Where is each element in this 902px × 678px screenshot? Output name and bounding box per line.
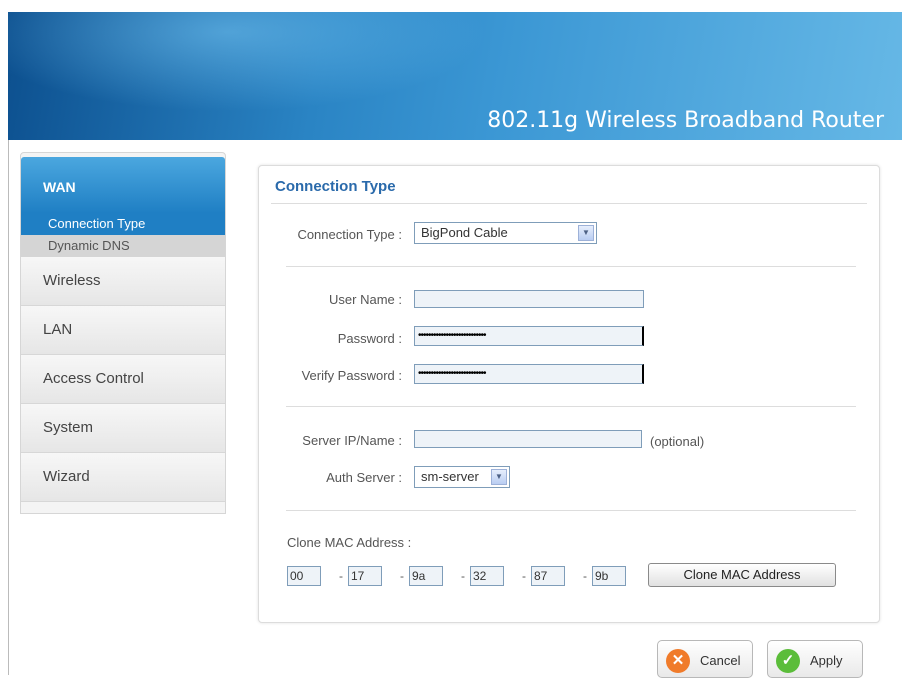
user-name-label: User Name : — [329, 292, 402, 307]
divider — [286, 406, 856, 407]
connection-type-label: Connection Type : — [297, 227, 402, 242]
mac-octet-input[interactable]: 32 — [470, 566, 504, 586]
clone-mac-label: Clone MAC Address : — [287, 535, 412, 550]
server-optional-note: (optional) — [650, 434, 705, 449]
mac-octet-input[interactable]: 9b — [592, 566, 626, 586]
verify-password-label: Verify Password : — [301, 368, 402, 383]
x-circle-icon: ✕ — [666, 649, 690, 673]
sidebar-item-label: WAN — [43, 179, 76, 195]
header-glow — [8, 12, 488, 112]
apply-label: Apply — [810, 653, 843, 668]
password-label: Password : — [337, 331, 402, 346]
sidebar-item-lan[interactable]: LAN — [21, 306, 225, 355]
sidebar-item-wireless[interactable]: Wireless — [21, 257, 225, 306]
connection-type-select[interactable]: BigPond Cable ▼ — [414, 222, 597, 244]
mac-separator: - — [583, 569, 587, 583]
mac-octet-input[interactable]: 87 — [531, 566, 565, 586]
sidebar-nav: WAN Connection Type Dynamic DNS Wireless… — [20, 152, 226, 514]
mac-separator: - — [461, 569, 465, 583]
user-name-input[interactable] — [414, 290, 644, 308]
password-input[interactable]: ••••••••••••••••••••••••••• — [414, 326, 644, 346]
mac-separator: - — [400, 569, 404, 583]
header-banner: 802.11g Wireless Broadband Router — [8, 12, 902, 140]
auth-server-label: Auth Server : — [326, 470, 402, 485]
server-ip-label: Server IP/Name : — [302, 433, 402, 448]
clone-mac-button[interactable]: Clone MAC Address — [648, 563, 836, 587]
mac-octet-input[interactable]: 17 — [348, 566, 382, 586]
mac-octet-input[interactable]: 9a — [409, 566, 443, 586]
chevron-down-icon[interactable]: ▼ — [578, 225, 594, 241]
verify-password-input[interactable]: ••••••••••••••••••••••••••• — [414, 364, 644, 384]
check-circle-icon: ✓ — [776, 649, 800, 673]
divider — [271, 203, 867, 204]
page-left-border — [8, 140, 9, 675]
product-title: 802.11g Wireless Broadband Router — [487, 108, 884, 133]
apply-button[interactable]: ✓ Apply — [767, 640, 863, 678]
sidebar-item-wan[interactable]: WAN — [21, 157, 225, 213]
mac-separator: - — [339, 569, 343, 583]
auth-server-value: sm-server — [421, 469, 479, 484]
sidebar-item-system[interactable]: System — [21, 404, 225, 453]
chevron-down-icon[interactable]: ▼ — [491, 469, 507, 485]
sidebar-item-wizard[interactable]: Wizard — [21, 453, 225, 502]
divider — [286, 510, 856, 511]
divider — [286, 266, 856, 267]
cancel-label: Cancel — [700, 653, 741, 668]
panel-title: Connection Type — [275, 178, 396, 195]
mac-octet-input[interactable]: 00 — [287, 566, 321, 586]
sidebar-item-access-control[interactable]: Access Control — [21, 355, 225, 404]
connection-type-value: BigPond Cable — [421, 225, 508, 240]
sidebar-subitem-connection-type[interactable]: Connection Type — [21, 213, 225, 235]
sidebar-subitem-dynamic-dns[interactable]: Dynamic DNS — [21, 235, 225, 257]
auth-server-select[interactable]: sm-server ▼ — [414, 466, 510, 488]
server-ip-input[interactable] — [414, 430, 642, 448]
mac-separator: - — [522, 569, 526, 583]
cancel-button[interactable]: ✕ Cancel — [657, 640, 753, 678]
